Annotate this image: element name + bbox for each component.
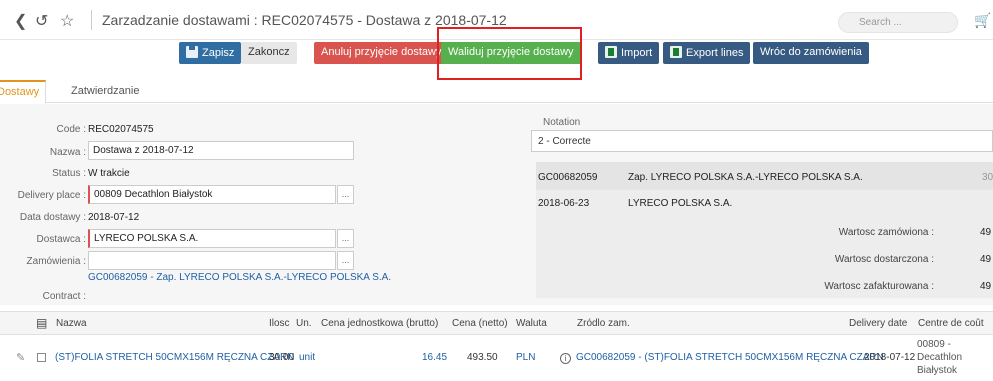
star-icon[interactable]: ☆ [60, 11, 74, 31]
orders-label: Zamówienia : [26, 256, 86, 267]
excel-icon [605, 46, 617, 58]
table-row: ✎ (ST)FOLIA STRETCH 50CMX156M RĘCZNA CZA… [0, 336, 993, 381]
row-cost-centre-line3: Białystok [917, 365, 958, 376]
table-header: ▤ Nazwa Ilosc Un. Cena jednostkowa (brut… [0, 311, 993, 335]
save-icon [186, 46, 198, 58]
orders-picker-button[interactable]: ... [337, 251, 354, 270]
excel-icon [670, 46, 682, 58]
order-date: 2018-06-23 [538, 198, 590, 209]
back-icon[interactable]: ❮ [14, 11, 27, 31]
code-value: REC02074575 [88, 124, 154, 135]
code-label: Code : [56, 124, 86, 135]
col-unit[interactable]: Un. [296, 318, 312, 329]
export-lines-button-label: Export lines [686, 47, 744, 59]
import-button-label: Import [621, 47, 653, 59]
tab-approval[interactable]: Zatwierdzanie [65, 80, 145, 103]
order-code-tail: 30 [982, 172, 993, 183]
col-delivery-date[interactable]: Delivery date [849, 318, 907, 329]
order-name: Zap. LYRECO POLSKA S.A.-LYRECO POLSKA S.… [628, 172, 863, 183]
order-code: GC00682059 [538, 172, 598, 183]
ordered-value-label: Wartosc zamówiona : [838, 227, 934, 238]
page-title: Zarzadzanie dostawami : REC02074575 - Do… [102, 12, 507, 28]
orders-field[interactable] [88, 251, 336, 270]
supplier-field[interactable]: LYRECO POLSKA S.A. [88, 229, 336, 248]
contract-label: Contract : [42, 291, 86, 302]
highlight-box [437, 27, 582, 80]
row-currency: PLN [516, 352, 536, 363]
row-name[interactable]: (ST)FOLIA STRETCH 50CMX156M RĘCZNA CZARN [55, 352, 294, 363]
col-unit-price[interactable]: Cena jednostkowa (brutto) [321, 318, 438, 329]
name-field[interactable]: Dostawa z 2018-07-12 [88, 141, 354, 160]
col-source[interactable]: Zródlo zam. [577, 318, 630, 329]
finish-button[interactable]: Zakoncz [241, 42, 297, 64]
search-input[interactable]: Search ... [838, 12, 958, 33]
save-button[interactable]: Zapisz [179, 42, 242, 64]
tab-deliveries[interactable]: Dostawy [0, 80, 47, 104]
name-label: Nazwa : [49, 147, 86, 158]
import-button[interactable]: Import [598, 42, 660, 64]
cart-icon[interactable]: 🛒 [974, 12, 991, 29]
row-unit-price: 16.45 [422, 352, 448, 363]
delivery-place-field[interactable]: 00809 Decathlon Białystok [88, 185, 336, 204]
delivery-place-picker-button[interactable]: ... [337, 185, 354, 204]
info-icon[interactable]: i [560, 353, 571, 364]
row-unit: unit [299, 352, 316, 363]
columns-icon[interactable]: ▤ [36, 316, 47, 330]
tab-bar: Dostawy Zatwierdzanie [0, 80, 993, 104]
order-supplier: LYRECO POLSKA S.A. [628, 198, 733, 209]
title-separator [91, 10, 92, 30]
col-net-price[interactable]: Cena (netto) [452, 318, 508, 329]
row-qty: 30.00 [269, 352, 295, 363]
notation-label: Notation [543, 117, 581, 128]
export-lines-button[interactable]: Export lines [663, 42, 751, 64]
supplier-label: Dostawca : [36, 234, 86, 245]
status-value: W trakcie [88, 168, 130, 179]
cancel-receipt-button[interactable]: Anuluj przyjęcie dostawy [314, 42, 449, 64]
row-net-price: 493.50 [467, 352, 498, 363]
row-cost-centre-line2: Decathlon [917, 352, 963, 363]
back-to-order-button[interactable]: Wróc do zamówienia [753, 42, 869, 64]
col-name[interactable]: Nazwa [56, 318, 87, 329]
delivered-value: 49 [980, 254, 992, 265]
delivery-place-label: Delivery place : [17, 190, 86, 201]
col-qty[interactable]: Ilosc [269, 318, 290, 329]
delivery-date-value: 2018-07-12 [88, 212, 140, 223]
order-link[interactable]: GC00682059 - Zap. LYRECO POLSKA S.A.-LYR… [88, 272, 391, 283]
save-button-label: Zapisz [202, 47, 235, 59]
row-delivery-date: 2018-07-12 [864, 352, 916, 363]
row-source[interactable]: GC00682059 - (ST)FOLIA STRETCH 50CMX156M… [576, 352, 884, 363]
ordered-value: 49 [980, 227, 992, 238]
delivered-value-label: Wartosc dostarczona : [834, 254, 934, 265]
notation-select[interactable]: 2 - Correcte [531, 130, 993, 152]
edit-icon[interactable]: ✎ [16, 351, 25, 364]
invoiced-value: 49 [980, 281, 992, 292]
status-label: Status : [52, 168, 86, 179]
delivery-date-label: Data dostawy : [19, 212, 86, 223]
row-cost-centre-line1: 00809 - [917, 339, 951, 350]
row-checkbox[interactable] [37, 353, 46, 362]
col-cost-centre[interactable]: Centre de coût [918, 318, 984, 329]
invoiced-value-label: Wartosc zafakturowana : [824, 281, 934, 292]
supplier-picker-button[interactable]: ... [337, 229, 354, 248]
col-currency[interactable]: Waluta [516, 318, 547, 329]
history-icon[interactable]: ↺ [35, 11, 48, 31]
